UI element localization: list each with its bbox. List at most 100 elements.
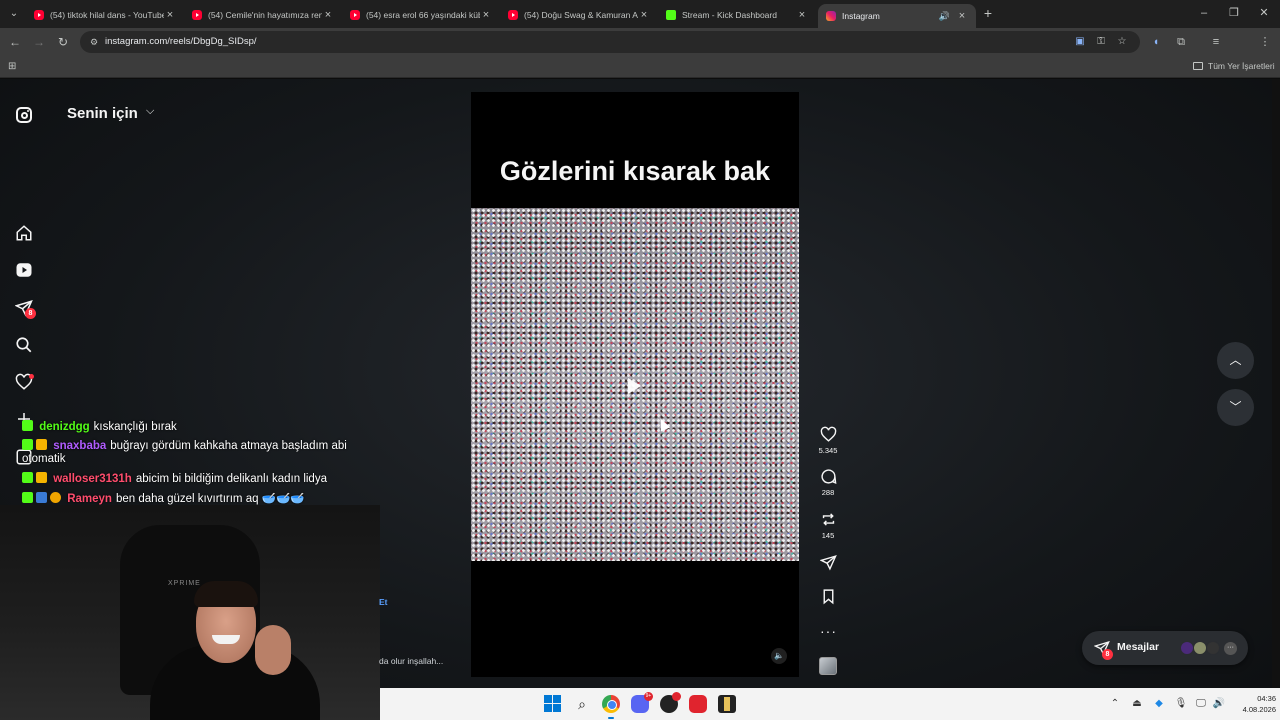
tab-youtube-1[interactable]: (54) tiktok hilal dans - YouTube × [26,4,184,26]
active-app-indicator [608,717,614,719]
close-icon[interactable]: × [322,9,334,21]
usb-icon[interactable]: ⏏ [1130,697,1144,711]
repost-count: 145 [821,531,835,540]
messages-badge: 8 [1102,649,1113,660]
bookmark-icon [823,589,833,605]
chat-username: denizdgg [39,421,90,433]
like-button[interactable]: 5.345 [816,426,840,455]
chat-message: snaxbaba buğrayı gördüm kahkaha atmaya ba… [22,439,347,452]
window-close-icon[interactable]: ✕ [1256,5,1272,21]
tab-title: (54) tiktok hilal dans - YouTube [50,10,164,20]
activity-dot [29,374,34,379]
home-icon[interactable] [15,224,33,242]
apps-grid-icon[interactable]: ⊞ [8,61,20,73]
speaker-icon[interactable]: 🔊 [939,11,950,22]
chat-text: kıskançlığı bırak [93,421,177,433]
reels-icon[interactable] [15,261,33,279]
app-icon[interactable] [689,695,707,713]
forward-icon[interactable]: → [30,33,48,51]
play-icon[interactable] [628,378,641,394]
password-key-icon[interactable]: ⚿ [1093,34,1109,50]
game-launcher-icon[interactable] [718,695,736,713]
feed-title[interactable]: Senin için [67,105,138,122]
discord-notification-badge: 9+ [644,692,653,701]
tab-title: Stream - Kick Dashboard [682,10,777,20]
previous-reel-button[interactable]: ︿ [1217,342,1254,379]
more-options-icon[interactable]: ··· [820,623,837,639]
tab-search-icon[interactable]: ⌄ [6,6,22,22]
bookmark-star-icon[interactable]: ☆ [1114,34,1130,50]
cast-icon[interactable]: ▣ [1072,34,1088,50]
screen: ⌄ (54) tiktok hilal dans - YouTube × (54… [0,0,1280,720]
restore-icon[interactable]: ❐ [1226,5,1242,21]
volume-icon[interactable]: 🔈 [771,648,787,664]
notification-dot [672,692,681,701]
instagram-logo-icon[interactable] [16,107,32,123]
tray-chevron-up-icon[interactable]: ⌃ [1108,697,1122,711]
chrome-icon[interactable] [602,695,620,713]
chat-message: Rameyn ben daha güzel kıvırtırım aq 🥣🥣🥣 [22,491,305,505]
network-icon[interactable]: 🖵 [1194,697,1208,711]
extension-icon[interactable]: ◖ [1147,33,1165,51]
next-reel-button[interactable]: ﹀ [1217,389,1254,426]
tab-youtube-4[interactable]: (54) Doğu Swag & Kamuran Ak × [500,4,658,26]
crown-badge-icon [36,472,47,483]
chat-text: abicim bi bildiğim delikanlı kadın lidya [135,473,327,485]
kick-icon [666,10,676,20]
kick-badge-icon [22,420,33,431]
menu-kebab-icon[interactable]: ⋮ [1256,33,1274,51]
system-clock[interactable]: 04:36 4.08.2026 [1234,693,1276,715]
page-scrollbar[interactable] [1272,79,1280,720]
youtube-icon [508,10,518,20]
taskbar-search-icon[interactable]: ⌕ [573,695,591,713]
webcam-overlay: XPRIME [0,505,380,720]
close-icon[interactable]: × [796,9,808,21]
more-icon: ··· [1224,642,1237,655]
tray-app-icon[interactable]: ◆ [1152,697,1166,711]
avatar [1193,641,1207,655]
comment-button[interactable]: 288 [816,468,840,497]
tab-youtube-2[interactable]: (54) Cemile'nin hayatımıza renk × [184,4,342,26]
tab-instagram[interactable]: Instagram 🔊 × [818,4,976,28]
youtube-icon [34,10,44,20]
back-icon[interactable]: ← [6,33,24,51]
reel-video[interactable]: Gözlerini kısarak bak 🔈 [471,92,799,677]
save-button[interactable] [816,588,840,605]
reload-icon[interactable]: ↻ [54,33,72,51]
chat-text: buğrayı gördüm kahkaha atmaya başladım a… [110,440,347,452]
close-icon[interactable]: × [164,9,176,21]
search-icon[interactable] [15,336,33,354]
close-icon[interactable]: × [480,9,492,21]
windows-start-icon[interactable] [544,695,562,713]
chat-username: Rameyn [67,493,112,505]
share-button[interactable] [816,554,840,571]
minimize-icon[interactable]: – [1196,5,1212,21]
site-info-icon[interactable]: ⚙ [87,34,101,50]
media-control-icon[interactable]: ≡ [1207,33,1225,51]
chat-username: walloser3131h [53,473,132,485]
chat-message-continuation: otomatik [22,453,65,465]
all-bookmarks-button[interactable]: Tüm Yer İşaretleri [1193,61,1275,71]
audio-thumbnail[interactable] [819,657,837,675]
url-text[interactable]: instagram.com/reels/DbgDg_SIDsp/ [105,36,257,47]
youtube-icon [350,10,360,20]
tab-kick-dashboard[interactable]: Stream - Kick Dashboard × [658,4,816,26]
repost-button[interactable]: 145 [816,511,840,540]
instagram-page: Senin için ⌵ 8 denizdgg kıskançlığı bıra… [0,79,1280,720]
extensions-puzzle-icon[interactable]: ⧉ [1172,33,1190,51]
close-icon[interactable]: × [638,9,650,21]
partial-text: da olur inşallah... [379,656,444,666]
address-bar[interactable]: ⚙ instagram.com/reels/DbgDg_SIDsp/ ▣ ⚿ ☆ [80,31,1140,53]
new-tab-button[interactable]: + [981,5,995,23]
volume-icon[interactable]: 🔊 [1212,697,1226,711]
tab-title: (54) esra erol 66 yaşındaki kübr [366,10,480,20]
instagram-icon [826,11,836,21]
close-icon[interactable]: × [956,10,968,22]
microphone-icon[interactable]: 🎙 [1174,697,1188,711]
chat-message: denizdgg kıskançlığı bırak [22,420,177,433]
tab-youtube-3[interactable]: (54) esra erol 66 yaşındaki kübr × [342,4,500,26]
kick-badge-icon [22,472,33,483]
messages-button[interactable]: 8 Mesajlar ··· [1082,631,1248,665]
chevron-down-icon[interactable]: ⌵ [146,105,154,118]
browser-toolbar: ← → ↻ ⚙ instagram.com/reels/DbgDg_SIDsp/… [0,28,1280,77]
